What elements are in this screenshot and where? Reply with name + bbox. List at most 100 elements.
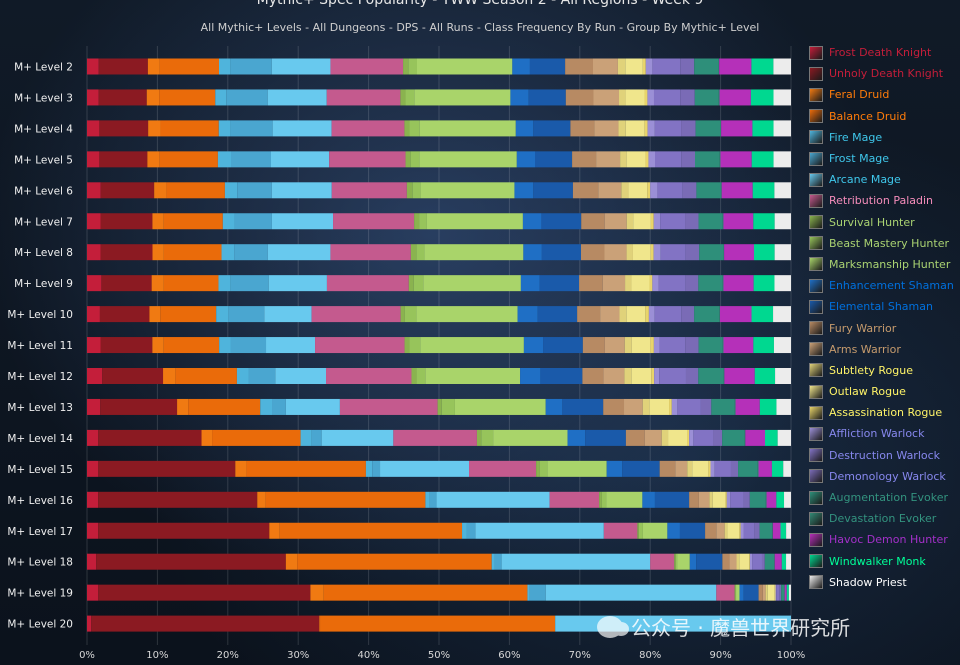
bar-segment xyxy=(689,429,694,446)
bar-segment xyxy=(620,151,627,168)
bar-segment xyxy=(545,398,563,415)
bar-segment xyxy=(222,213,235,230)
bar-segment xyxy=(752,120,774,137)
category-label: M+ Level 12 xyxy=(7,371,73,383)
bar-segment xyxy=(572,182,599,199)
bar-segment xyxy=(765,429,778,446)
bar-segment xyxy=(87,553,97,570)
bar-segment xyxy=(716,584,735,601)
bar-segment xyxy=(719,151,721,168)
x-tick-label: 20% xyxy=(217,650,239,661)
bar-segment xyxy=(271,58,331,75)
bar-segment xyxy=(720,182,722,199)
bar-segment xyxy=(631,337,651,354)
bar-segment xyxy=(642,491,655,508)
bar-segment xyxy=(175,368,237,384)
bar-segment xyxy=(750,89,774,106)
bar-segment xyxy=(87,615,92,632)
bar-segment xyxy=(645,306,649,323)
bar-segment xyxy=(745,429,766,446)
bar-segment xyxy=(98,58,148,75)
bar-segment xyxy=(300,429,312,446)
bar-segment xyxy=(654,368,660,384)
bar-segment xyxy=(581,213,605,230)
bar-segment xyxy=(102,368,164,384)
bar-segment xyxy=(100,244,153,261)
bar-segment xyxy=(603,368,625,384)
bar-segment xyxy=(604,244,627,261)
bar-segment xyxy=(719,58,752,75)
bar-segment xyxy=(655,151,682,168)
legend-label: Subtlety Rogue xyxy=(829,363,913,377)
bar-segment xyxy=(689,553,697,570)
bar-segment xyxy=(248,368,276,384)
bar-segment xyxy=(582,337,605,354)
bar-segment xyxy=(149,306,161,323)
bar-segment xyxy=(626,244,633,261)
bar-segment xyxy=(319,615,321,632)
bar-segment xyxy=(400,89,406,106)
bar-segment xyxy=(91,615,320,632)
bar-segment xyxy=(596,151,621,168)
devastation-evoker-icon xyxy=(809,511,823,526)
category-label: M+ Level 19 xyxy=(7,588,73,600)
bar-segment xyxy=(721,120,753,137)
bar-segment xyxy=(729,553,737,570)
legend-item: Fury Warrior xyxy=(809,317,959,338)
x-tick-label: 100% xyxy=(777,650,806,661)
bar-segment xyxy=(436,491,550,508)
bar-segment xyxy=(753,337,774,354)
bar-segment xyxy=(603,398,625,415)
bar-segment xyxy=(624,368,632,384)
legend-label: Arms Warrior xyxy=(829,342,901,356)
bar-segment xyxy=(533,182,573,199)
bar-segment xyxy=(230,275,269,292)
bar-segment xyxy=(594,120,619,137)
bar-segment xyxy=(226,89,268,106)
bar-segment xyxy=(765,491,767,508)
bar-segment xyxy=(512,58,530,75)
bar-segment xyxy=(372,460,381,477)
bar-segment xyxy=(545,584,717,601)
bar-segment xyxy=(404,120,410,137)
bar-segment xyxy=(698,213,723,230)
bar-segment xyxy=(528,89,566,106)
bar-segment xyxy=(677,553,690,570)
bar-segment xyxy=(535,151,573,168)
legend-item: Havoc Demon Hunter xyxy=(809,529,959,550)
bar-segment xyxy=(751,58,774,75)
bar-segment xyxy=(523,244,542,261)
bar-segment xyxy=(543,337,583,354)
category-label: M+ Level 4 xyxy=(14,123,73,135)
legend-item: Fire Mage xyxy=(809,127,959,148)
bar-segment xyxy=(562,398,604,415)
bar-segment xyxy=(767,584,775,601)
fury-warrior-icon xyxy=(809,321,823,336)
bar-segment xyxy=(699,244,724,261)
bar-segment xyxy=(493,429,568,446)
bar-segment xyxy=(160,306,217,323)
legend-item: Demonology Warlock xyxy=(809,466,959,487)
bar-segment xyxy=(695,120,721,137)
bar-segment xyxy=(404,306,417,323)
bar-segment xyxy=(668,429,688,446)
bar-segment xyxy=(723,275,754,292)
bar-segment xyxy=(776,584,780,601)
bar-segment xyxy=(723,337,754,354)
bar-segment xyxy=(758,584,763,601)
legend-label: Fury Warrior xyxy=(829,321,897,335)
bar-segment xyxy=(734,584,736,601)
bar-segment xyxy=(469,460,537,477)
bar-segment xyxy=(774,275,791,292)
bar-segment xyxy=(494,553,502,570)
bar-segment xyxy=(547,460,607,477)
bar-segment xyxy=(758,460,772,477)
bar-segment xyxy=(625,429,645,446)
bar-segment xyxy=(212,429,301,446)
bar-segment xyxy=(87,89,99,106)
bar-segment xyxy=(712,491,726,508)
bar-segment xyxy=(201,429,213,446)
bar-segment xyxy=(659,368,686,384)
arms-warrior-icon xyxy=(809,342,823,357)
bar-segment xyxy=(501,553,651,570)
